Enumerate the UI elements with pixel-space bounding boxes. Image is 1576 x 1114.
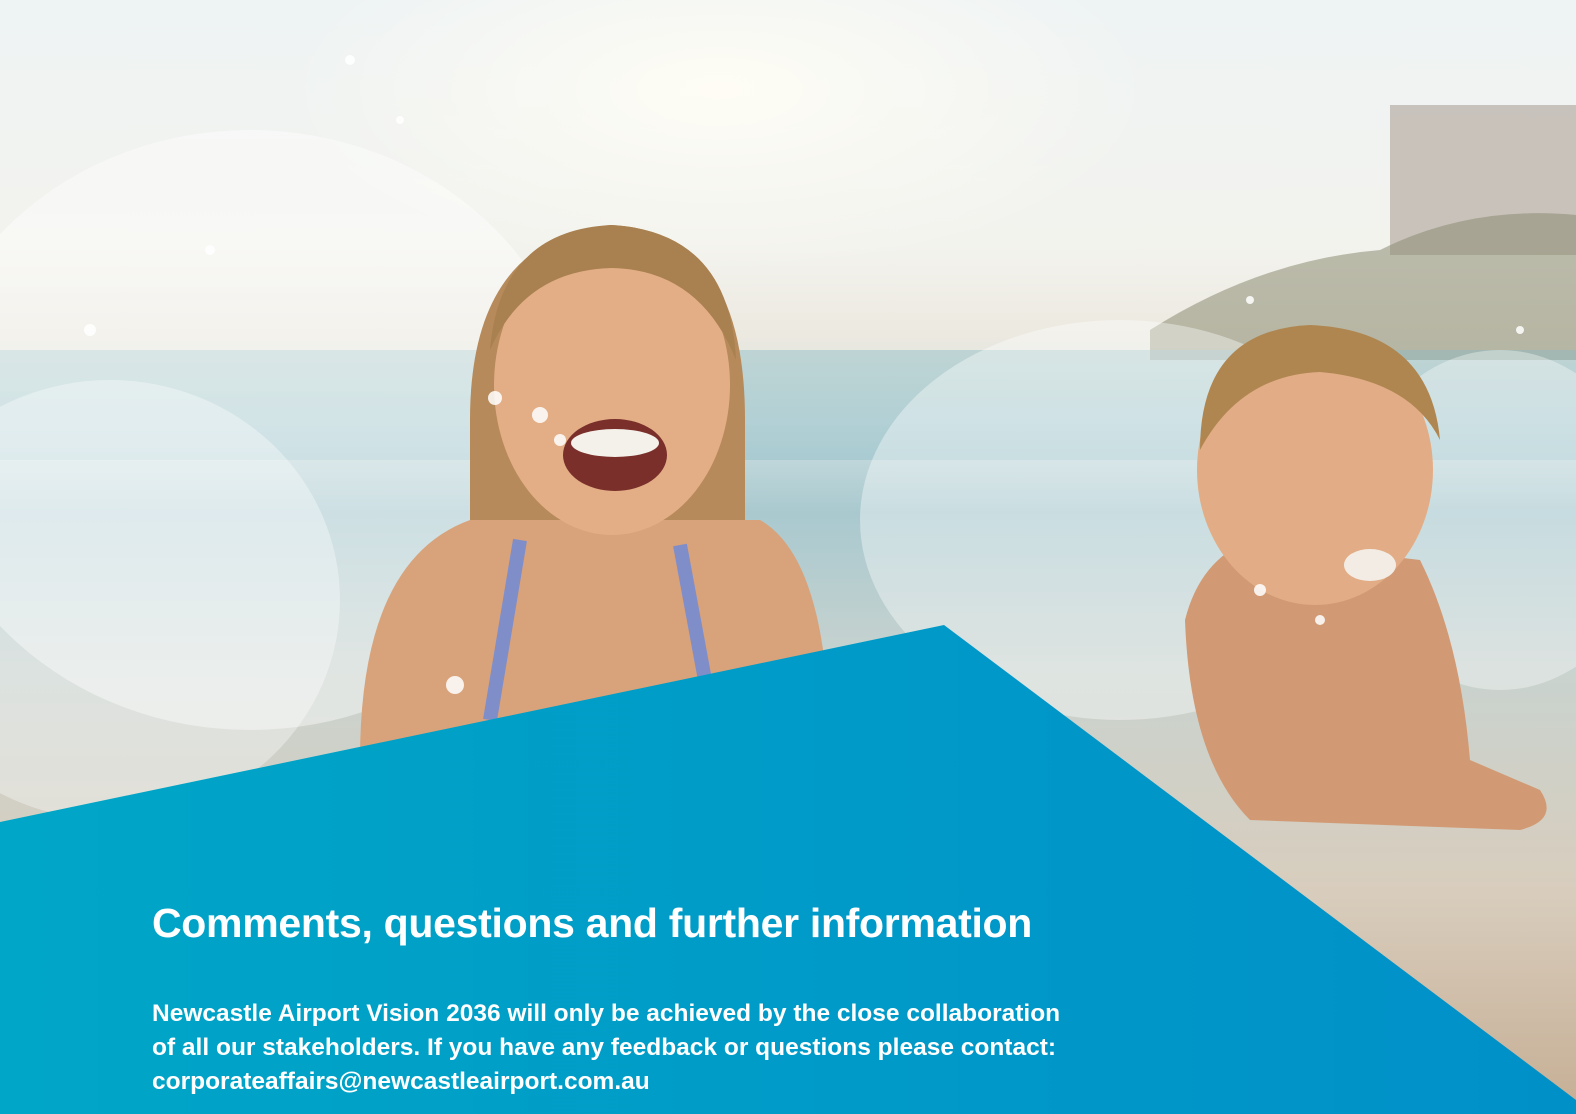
contact-paragraph: Newcastle Airport Vision 2036 will only … <box>152 997 1252 1099</box>
paragraph-line-1: Newcastle Airport Vision 2036 will only … <box>152 1000 1061 1027</box>
brochure-page: Comments, questions and further informat… <box>0 0 1576 1114</box>
contact-email-link[interactable]: corporateaffairs@newcastleairport.com.au <box>152 1065 1252 1099</box>
section-heading: Comments, questions and further informat… <box>152 900 1033 946</box>
paragraph-line-2: of all our stakeholders. If you have any… <box>152 1034 1057 1061</box>
